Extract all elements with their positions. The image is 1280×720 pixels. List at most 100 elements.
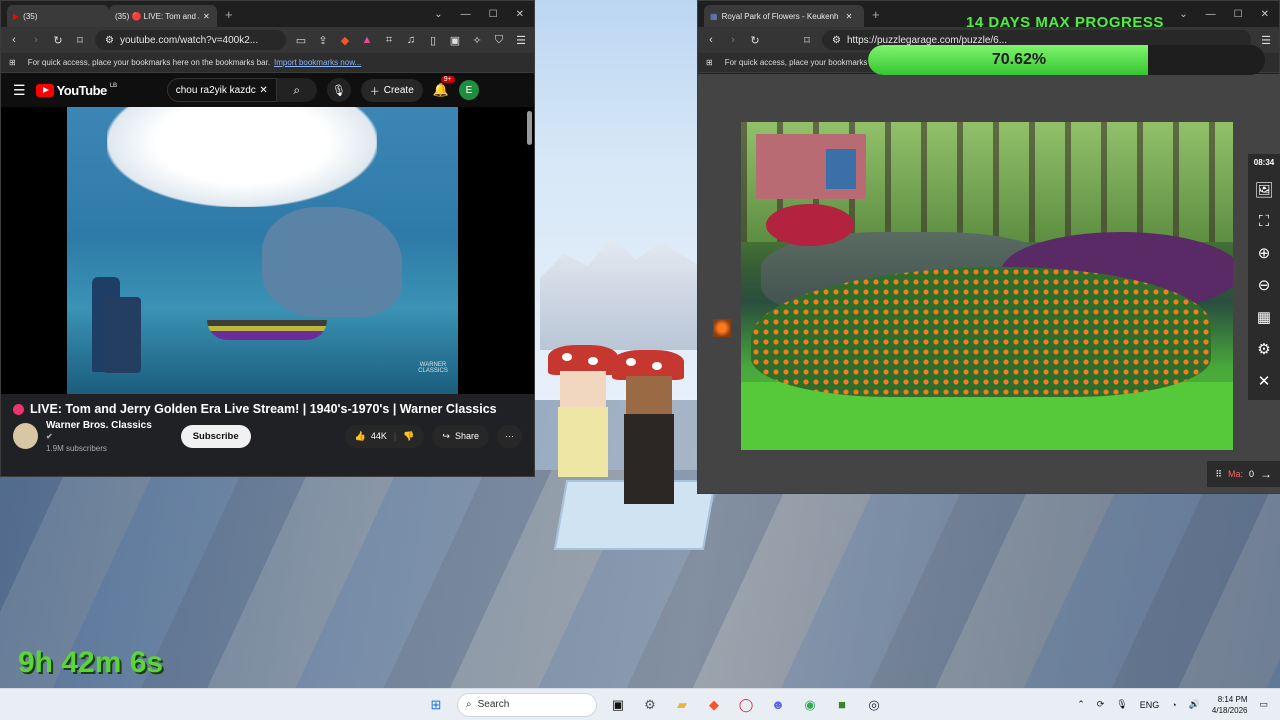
player-character-2	[612, 350, 684, 510]
channel-name[interactable]: Warner Bros. Classics ✔	[46, 420, 157, 442]
grid-icon[interactable]: ▦	[1257, 308, 1271, 326]
tab-bar: ▶ (35) (35) 🔴 LIVE: Tom and Jerry G ✕ + …	[1, 1, 534, 27]
menu-icon[interactable]: ☰	[514, 34, 528, 47]
create-button[interactable]: ＋ Create	[360, 78, 423, 102]
moves-counter: ⠿ Ma: 0 →	[1207, 461, 1280, 487]
bookmark-icon[interactable]: ⌑	[73, 34, 87, 47]
account-avatar[interactable]: E	[458, 80, 479, 100]
tom-cat	[262, 207, 402, 317]
chevron-down-icon[interactable]: ⌄	[434, 9, 442, 20]
close-window-button[interactable]: ✕	[1261, 9, 1269, 20]
chevron-up-icon[interactable]: ⌃	[1077, 699, 1085, 710]
back-icon[interactable]: ‹	[704, 34, 718, 46]
media-icon[interactable]: ♫	[404, 34, 418, 46]
forward-icon[interactable]: ›	[29, 34, 43, 46]
taskbar-search[interactable]: ⌕ Search	[457, 692, 597, 717]
forward-icon[interactable]: ›	[726, 34, 740, 46]
search-button[interactable]: ⌕	[276, 78, 317, 102]
language-indicator[interactable]: ENG	[1140, 700, 1160, 710]
puzzle-image[interactable]	[741, 122, 1233, 450]
voice-search-button[interactable]: 🎙	[326, 78, 351, 102]
sidebar-icon[interactable]: ▯	[426, 34, 440, 47]
clock[interactable]: 8:14 PM 4/18/2026	[1212, 694, 1248, 716]
close-tab-icon[interactable]: ✕	[203, 12, 210, 21]
arrow-right-icon[interactable]: →	[1260, 467, 1272, 481]
steam-icon[interactable]: ◎	[863, 694, 885, 716]
cast-icon[interactable]: ▭	[294, 34, 308, 47]
task-view-icon[interactable]: ▣	[607, 694, 629, 716]
puzzle-piece[interactable]	[713, 319, 731, 337]
opera-icon[interactable]: ◯	[735, 694, 757, 716]
url-field[interactable]: ⚙ youtube.com/watch?v=400k2...	[95, 30, 286, 50]
page-scrollbar[interactable]	[527, 111, 532, 145]
brave-browser-icon[interactable]: ◆	[703, 694, 725, 716]
bell-icon: 🔔	[432, 82, 449, 97]
video-player[interactable]: WARNER CLASSICS	[1, 107, 534, 394]
youtube-browser-window: ▶ (35) (35) 🔴 LIVE: Tom and Jerry G ✕ + …	[0, 0, 535, 477]
vpn-icon[interactable]: ⛉	[492, 34, 506, 47]
volume-icon[interactable]: 🔊	[1189, 699, 1200, 710]
import-bookmarks-link[interactable]: Import bookmarks now...	[274, 58, 361, 67]
site-info-icon[interactable]: ⚙	[832, 35, 841, 46]
fullscreen-icon[interactable]: ⛶	[1259, 213, 1270, 230]
new-tab-button[interactable]: +	[225, 7, 233, 22]
screenshot-icon[interactable]: ⌗	[382, 34, 396, 47]
reload-icon[interactable]: ↻	[748, 34, 762, 47]
minecraft-icon[interactable]: ■	[831, 694, 853, 716]
file-explorer-icon[interactable]: ▰	[671, 694, 693, 716]
chrome-icon[interactable]: ◉	[799, 694, 821, 716]
brave-rewards-icon[interactable]: ▲	[360, 34, 374, 46]
brave-shield-icon[interactable]: ◆	[338, 34, 352, 47]
back-icon[interactable]: ‹	[7, 34, 21, 46]
youtube-logo[interactable]: YouTube LB	[35, 83, 117, 98]
thumbs-down-icon[interactable]: 👎	[403, 431, 414, 442]
bookmark-icon[interactable]: ⌑	[800, 34, 814, 47]
zoom-out-icon[interactable]: ⊖	[1258, 276, 1271, 294]
close-window-button[interactable]: ✕	[516, 9, 524, 20]
notifications-button[interactable]: 🔔 9+	[432, 76, 455, 98]
share-button[interactable]: ↪ Share	[432, 424, 489, 448]
tab-placeholder-left[interactable]: ▶ (35)	[7, 5, 109, 27]
taskbar: ⊞ ⌕ Search ▣ ⚙ ▰ ◆ ◯ ☻ ◉ ■ ◎ ⌃ ⟳ 🎙 ENG ◔…	[0, 688, 1280, 720]
window-controls: ⌄ — ☐ ✕	[1179, 9, 1279, 20]
like-button[interactable]: 👍 44K | 👎	[344, 424, 425, 448]
notifications-icon[interactable]: ▭	[1259, 699, 1268, 710]
hamburger-menu-icon[interactable]: ☰	[13, 82, 26, 99]
share-arrow-icon: ↪	[442, 430, 450, 441]
tab-youtube-live[interactable]: (35) 🔴 LIVE: Tom and Jerry G ✕	[109, 5, 217, 27]
extensions-icon[interactable]: ✧	[470, 34, 484, 47]
close-tab-icon[interactable]: ✕	[846, 12, 853, 21]
reload-icon[interactable]: ↻	[51, 34, 65, 47]
clear-search-icon[interactable]: ✕	[259, 85, 267, 96]
youtube-search-input[interactable]: chou ra2yik kazdc ✕	[166, 78, 277, 102]
microphone-icon[interactable]: 🎙	[1116, 699, 1127, 710]
wifi-icon[interactable]: ◔	[1171, 700, 1176, 710]
puzzle-area[interactable]: 08:34 🖼 ⛶ ⊕ ⊖ ▦ ⚙ ✕ ⠿ Ma: 0 →	[698, 74, 1280, 493]
bookmarks-bar: ⊞ For quick access, place your bookmarks…	[1, 53, 534, 73]
start-button[interactable]: ⊞	[425, 694, 447, 716]
subscribe-button[interactable]: Subscribe	[180, 424, 251, 448]
channel-avatar[interactable]	[13, 423, 38, 449]
zoom-in-icon[interactable]: ⊕	[1258, 244, 1271, 262]
share-icon[interactable]: ⇪	[316, 34, 330, 47]
close-icon[interactable]: ✕	[1258, 372, 1271, 390]
image-preview-icon[interactable]: 🖼	[1254, 181, 1273, 199]
minimize-button[interactable]: —	[461, 9, 471, 20]
settings-icon[interactable]: ⚙	[1257, 340, 1270, 358]
minimize-button[interactable]: —	[1206, 9, 1216, 20]
maximize-button[interactable]: ☐	[489, 9, 498, 20]
apps-grid-icon[interactable]: ⊞	[9, 58, 16, 67]
apps-grid-icon[interactable]: ⊞	[706, 58, 713, 67]
sync-icon[interactable]: ⟳	[1097, 699, 1105, 710]
tab-royal-park[interactable]: ▦ Royal Park of Flowers - Keukenh ✕	[704, 5, 864, 27]
site-info-icon[interactable]: ⚙	[105, 35, 114, 46]
settings-app-icon[interactable]: ⚙	[639, 694, 661, 716]
progress-bar: 70.62%	[868, 45, 1265, 75]
maximize-button[interactable]: ☐	[1234, 9, 1243, 20]
wallet-icon[interactable]: ▣	[448, 34, 462, 47]
new-tab-button[interactable]: +	[872, 7, 880, 22]
system-tray: ⌃ ⟳ 🎙 ENG ◔ 🔊 8:14 PM 4/18/2026 ▭	[1077, 694, 1268, 716]
chevron-down-icon[interactable]: ⌄	[1179, 9, 1187, 20]
discord-icon[interactable]: ☻	[767, 694, 789, 716]
more-actions-button[interactable]: ⋯	[497, 424, 522, 448]
